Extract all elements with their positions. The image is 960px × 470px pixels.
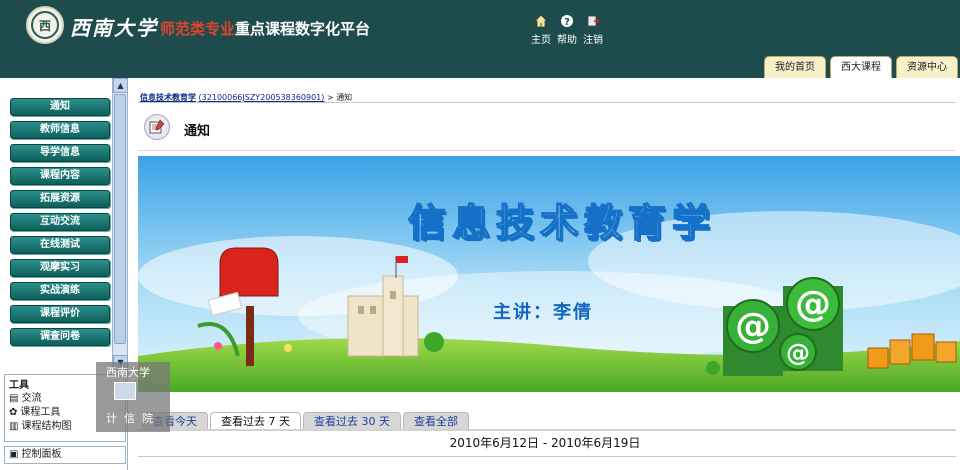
- sidebar-scrollbar[interactable]: ▲ ▼: [112, 78, 128, 370]
- menu-item-notice[interactable]: 通知: [10, 98, 110, 116]
- logout-link[interactable]: 注销: [583, 14, 603, 46]
- help-icon: ?: [560, 14, 574, 28]
- svg-text:@: @: [786, 339, 810, 367]
- home-link-label: 主页: [531, 35, 551, 46]
- svg-text:@: @: [735, 306, 771, 347]
- computer-icon: [114, 382, 136, 400]
- help-link[interactable]: ? 帮助: [557, 14, 577, 46]
- page-title: 通知: [184, 124, 211, 139]
- banner-lecturer: 主讲：李倩: [493, 302, 593, 323]
- menu-item-survey[interactable]: 调查问卷: [10, 328, 110, 346]
- divider: [138, 429, 956, 431]
- top-tabs: 我的首页 西大课程 资源中心: [764, 54, 960, 78]
- menu-item-practical-drill[interactable]: 实战演练: [10, 282, 110, 300]
- map-icon: ▥: [9, 421, 19, 432]
- menu-item-observation-practice[interactable]: 观摩实习: [10, 259, 110, 277]
- home-link[interactable]: 主页: [531, 14, 551, 46]
- course-banner: @ @ @ 信息技术教育学 主讲：李倩: [138, 156, 960, 392]
- watermark-top-text: 西南大学: [106, 366, 150, 379]
- watermark-bottom-text: 计信院: [106, 412, 160, 425]
- tab-resource-center[interactable]: 资源中心: [896, 56, 958, 78]
- tool-course-map-label: 课程结构图: [21, 421, 72, 432]
- notice-icon: [144, 114, 170, 140]
- sidebar-menu: 通知 教师信息 导学信息 课程内容 拓展资源 互动交流 在线测试 观摩实习 实战…: [0, 78, 112, 370]
- menu-item-course-evaluation[interactable]: 课程评价: [10, 305, 110, 323]
- menu-item-online-test[interactable]: 在线测试: [10, 236, 110, 254]
- control-panel-label: 控制面板: [21, 449, 62, 460]
- breadcrumb-separator: >: [326, 93, 334, 102]
- divider: [138, 150, 956, 151]
- tab-view-past-7-days[interactable]: 查看过去 7 天: [210, 412, 301, 430]
- scroll-up-icon[interactable]: ▲: [113, 78, 128, 93]
- chat-icon: ▤: [9, 393, 19, 404]
- tool-course-tools-label: 课程工具: [20, 407, 61, 418]
- breadcrumb-course-code[interactable]: (32100066JSZY200538360901): [199, 93, 325, 102]
- platform-title-rest: 重点课程数字化平台: [235, 20, 371, 38]
- date-filter-tabs: 查看今天 查看过去 7 天 查看过去 30 天 查看全部: [142, 412, 469, 430]
- divider: [138, 456, 956, 457]
- platform-title-highlight: 师范类专业: [160, 20, 236, 38]
- tab-view-all[interactable]: 查看全部: [403, 412, 469, 430]
- tool-chat-label: 交流: [21, 393, 42, 404]
- breadcrumb-course-link[interactable]: 信息技术教育学: [140, 93, 196, 102]
- control-panel-icon: ▣: [9, 449, 19, 460]
- date-range-text: 2010年6月12日 - 2010年6月19日: [449, 436, 641, 450]
- tab-view-past-30-days[interactable]: 查看过去 30 天: [303, 412, 401, 430]
- menu-item-interaction[interactable]: 互动交流: [10, 213, 110, 231]
- main-content: 信息技术教育学 (32100066JSZY200538360901) > 通知 …: [130, 78, 960, 470]
- svg-text:?: ?: [564, 17, 570, 28]
- menu-item-guide-info[interactable]: 导学信息: [10, 144, 110, 162]
- tab-my-home[interactable]: 我的首页: [764, 56, 826, 78]
- divider: [138, 102, 956, 103]
- logout-icon: [586, 14, 600, 28]
- tree: [424, 332, 444, 352]
- school-name: 西南大学: [70, 16, 158, 40]
- tools-icon: ✿: [9, 407, 18, 418]
- svg-text:@: @: [795, 284, 831, 325]
- platform-title: 师范类专业重点课程数字化平台: [160, 18, 370, 39]
- home-icon: [534, 14, 548, 28]
- menu-item-extended-resources[interactable]: 拓展资源: [10, 190, 110, 208]
- control-panel-link[interactable]: ▣ 控制面板: [4, 446, 126, 464]
- header: 西 西南大学 师范类专业重点课程数字化平台 主页 ? 帮助 注销 我的首页 西大…: [0, 0, 960, 78]
- help-link-label: 帮助: [557, 35, 577, 46]
- tab-swu-courses[interactable]: 西大课程: [830, 56, 892, 78]
- scroll-thumb[interactable]: [114, 94, 126, 344]
- menu-item-course-content[interactable]: 课程内容: [10, 167, 110, 185]
- menu-item-teacher-info[interactable]: 教师信息: [10, 121, 110, 139]
- breadcrumb-current: 通知: [336, 93, 353, 102]
- logout-link-label: 注销: [583, 35, 603, 46]
- university-seal-logo: 西: [26, 6, 64, 44]
- tree: [706, 361, 720, 375]
- watermark-overlay: 西南大学 计信院: [96, 362, 170, 432]
- banner-title: 信息技术教育学: [407, 200, 717, 246]
